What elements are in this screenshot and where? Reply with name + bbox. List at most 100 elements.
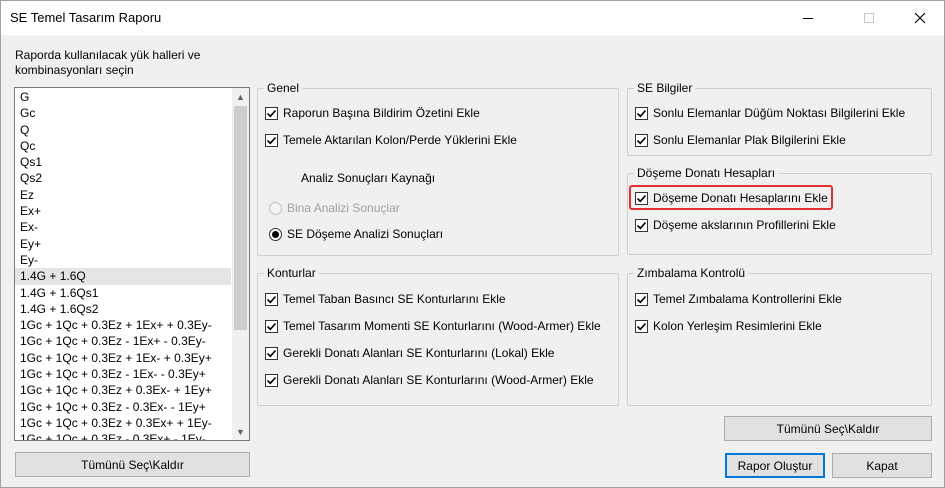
checkbox-axis-profiles-box[interactable] <box>635 218 648 232</box>
analysis-source-label: Analiz Sonuçları Kaynağı <box>301 171 436 185</box>
checkmark-icon <box>266 349 277 357</box>
checkbox-column-loads-label: Temele Aktarılan Kolon/Perde Yüklerini E… <box>283 133 517 147</box>
checkbox-axis-profiles[interactable]: Döşeme akslarının Profillerini Ekle <box>635 218 836 232</box>
select-all-left-button[interactable]: Tümünü Seç\Kaldır <box>15 452 250 477</box>
checkbox-base-pressure-box[interactable] <box>265 292 278 306</box>
checkbox-node-info-label: Sonlu Elemanlar Düğüm Noktası Bilgilerin… <box>653 106 906 120</box>
list-item[interactable]: Gc <box>15 105 231 121</box>
list-item[interactable]: 1.4G + 1.6Qs2 <box>15 301 231 317</box>
dialog-window: SE Temel Tasarım Raporu Raporda kullanıl… <box>0 0 945 488</box>
list-items: G Gc Q Qc Qs1 Qs2 Ez Ex+ Ex- Ey+ Ey- 1.4G + 1.6Q 1.4… <box>15 89 231 440</box>
list-item[interactable]: Ey+ <box>15 236 231 252</box>
checkbox-slab-rebar[interactable]: Döşeme Donatı Hesaplarını Ekle <box>635 191 828 205</box>
list-item[interactable]: 1Gc + 1Qc + 0.3Ez - 1Ex+ - 0.3Ey- <box>15 333 231 349</box>
scroll-thumb[interactable] <box>234 106 247 330</box>
list-item[interactable]: Ex+ <box>15 203 231 219</box>
checkbox-node-info-box[interactable] <box>635 106 648 120</box>
group-zimbalama: Zımbalama Kontrolü Temel Zımbalama Kontr… <box>627 266 932 406</box>
checkbox-slab-rebar-box[interactable] <box>635 191 648 205</box>
checkbox-punching-box[interactable] <box>635 292 648 306</box>
checkbox-column-loads[interactable]: Temele Aktarılan Kolon/Perde Yüklerini E… <box>265 133 517 147</box>
checkbox-axis-profiles-label: Döşeme akslarının Profillerini Ekle <box>653 218 836 232</box>
list-item[interactable]: Ey- <box>15 252 231 268</box>
list-item[interactable]: Ex- <box>15 219 231 235</box>
list-item[interactable]: G <box>15 89 231 105</box>
list-item[interactable]: 1Gc + 1Qc + 0.3Ez - 0.3Ex+ - 1Ey- <box>15 431 231 440</box>
checkbox-column-loads-box[interactable] <box>265 133 278 147</box>
checkbox-rebar-wood-armer[interactable]: Gerekli Donatı Alanları SE Konturlarını … <box>265 373 594 387</box>
group-zimbalama-title: Zımbalama Kontrolü <box>634 266 749 280</box>
list-item[interactable]: 1.4G + 1.6Q <box>15 268 231 285</box>
list-item[interactable]: 1Gc + 1Qc + 0.3Ez + 0.3Ex+ + 1Ey- <box>15 415 231 431</box>
checkbox-summary-box[interactable] <box>265 106 278 120</box>
close-icon <box>914 12 926 24</box>
checkbox-rebar-local-box[interactable] <box>265 346 278 360</box>
list-item[interactable]: Ez <box>15 187 231 203</box>
group-doseme: Döşeme Donatı Hesapları Döşeme Donatı He… <box>627 166 932 255</box>
checkbox-design-moment[interactable]: Temel Tasarım Momenti SE Konturlarını (W… <box>265 319 601 333</box>
checkbox-slab-rebar-label: Döşeme Donatı Hesaplarını Ekle <box>653 191 828 205</box>
checkbox-base-pressure-label: Temel Taban Basıncı SE Konturlarını Ekle <box>283 292 506 306</box>
maximize-button[interactable] <box>846 1 892 35</box>
checkbox-plate-info-label: Sonlu Elemanlar Plak Bilgilerini Ekle <box>653 133 846 147</box>
checkbox-base-pressure[interactable]: Temel Taban Basıncı SE Konturlarını Ekle <box>265 292 506 306</box>
checkmark-icon <box>266 376 277 384</box>
checkbox-rebar-wood-armer-box[interactable] <box>265 373 278 387</box>
checkbox-summary[interactable]: Raporun Başına Bildirim Özetini Ekle <box>265 106 480 120</box>
list-item[interactable]: Q <box>15 122 231 138</box>
checkmark-icon <box>266 295 277 303</box>
checkbox-column-layout-box[interactable] <box>635 319 648 333</box>
group-konturlar-title: Konturlar <box>264 266 319 280</box>
checkmark-icon <box>636 194 647 202</box>
radio-slab-analysis[interactable]: SE Döşeme Analizi Sonuçları <box>269 227 443 241</box>
minimize-button[interactable] <box>785 1 831 35</box>
list-item[interactable]: Qs1 <box>15 154 231 170</box>
checkmark-icon <box>636 322 647 330</box>
checkmark-icon <box>266 136 277 144</box>
checkbox-column-layout[interactable]: Kolon Yerleşim Resimlerini Ekle <box>635 319 822 333</box>
checkbox-rebar-local[interactable]: Gerekli Donatı Alanları SE Konturlarını … <box>265 346 554 360</box>
title-bar: SE Temel Tasarım Raporu <box>1 1 944 35</box>
checkmark-icon <box>636 221 647 229</box>
checkmark-icon <box>636 295 647 303</box>
checkbox-node-info[interactable]: Sonlu Elemanlar Düğüm Noktası Bilgilerin… <box>635 106 905 120</box>
list-item[interactable]: 1Gc + 1Qc + 0.3Ez - 0.3Ex- - 1Ey+ <box>15 399 231 415</box>
checkbox-punching[interactable]: Temel Zımbalama Kontrollerini Ekle <box>635 292 842 306</box>
checkmark-icon <box>266 109 277 117</box>
selection-prompt: Raporda kullanılacak yük halleri ve komb… <box>15 48 201 77</box>
list-item[interactable]: Qc <box>15 138 231 154</box>
close-button[interactable] <box>897 1 943 35</box>
radio-slab-analysis-label: SE Döşeme Analizi Sonuçları <box>287 227 444 241</box>
checkbox-plate-info-box[interactable] <box>635 133 648 147</box>
select-all-right-button[interactable]: Tümünü Seç\Kaldır <box>724 416 932 441</box>
list-item[interactable]: 1Gc + 1Qc + 0.3Ez + 0.3Ex- + 1Ey+ <box>15 382 231 398</box>
radio-building-analysis-label: Bina Analizi Sonuçlar <box>287 201 400 215</box>
group-konturlar: Konturlar Temel Taban Basıncı SE Konturl… <box>257 266 619 406</box>
checkbox-summary-label: Raporun Başına Bildirim Özetini Ekle <box>283 106 480 120</box>
checkbox-column-layout-label: Kolon Yerleşim Resimlerini Ekle <box>653 319 822 333</box>
group-doseme-title: Döşeme Donatı Hesapları <box>634 166 779 180</box>
scroll-up-icon[interactable]: ▲ <box>232 88 249 105</box>
radio-building-analysis-circle <box>269 201 282 215</box>
checkbox-plate-info[interactable]: Sonlu Elemanlar Plak Bilgilerini Ekle <box>635 133 846 147</box>
group-genel-title: Genel <box>264 81 303 95</box>
list-item[interactable]: 1Gc + 1Qc + 0.3Ez - 1Ex- - 0.3Ey+ <box>15 366 231 382</box>
list-item[interactable]: 1Gc + 1Qc + 0.3Ez + 1Ex- + 0.3Ey+ <box>15 350 231 366</box>
checkmark-icon <box>266 322 277 330</box>
checkbox-punching-label: Temel Zımbalama Kontrollerini Ekle <box>653 292 842 306</box>
list-item[interactable]: 1Gc + 1Qc + 0.3Ez + 1Ex+ + 0.3Ey- <box>15 317 231 333</box>
scroll-down-icon[interactable]: ▼ <box>232 423 249 440</box>
checkbox-design-moment-box[interactable] <box>265 319 278 333</box>
create-report-button[interactable]: Rapor Oluştur <box>725 453 825 478</box>
checkmark-icon <box>636 136 647 144</box>
close-dialog-button[interactable]: Kapat <box>832 453 932 478</box>
radio-slab-analysis-circle[interactable] <box>269 227 282 241</box>
radio-building-analysis: Bina Analizi Sonuçlar <box>269 201 400 215</box>
group-genel: Genel Raporun Başına Bildirim Özetini Ek… <box>257 81 619 256</box>
checkmark-icon <box>636 109 647 117</box>
load-combination-list[interactable]: G Gc Q Qc Qs1 Qs2 Ez Ex+ Ex- Ey+ Ey- 1.4G + 1.6Q 1.4… <box>14 87 250 441</box>
list-scrollbar[interactable]: ▲ ▼ <box>232 88 249 440</box>
list-item[interactable]: Qs2 <box>15 170 231 186</box>
group-se-bilgiler: SE Bilgiler Sonlu Elemanlar Düğüm Noktas… <box>627 81 932 156</box>
list-item[interactable]: 1.4G + 1.6Qs1 <box>15 285 231 301</box>
